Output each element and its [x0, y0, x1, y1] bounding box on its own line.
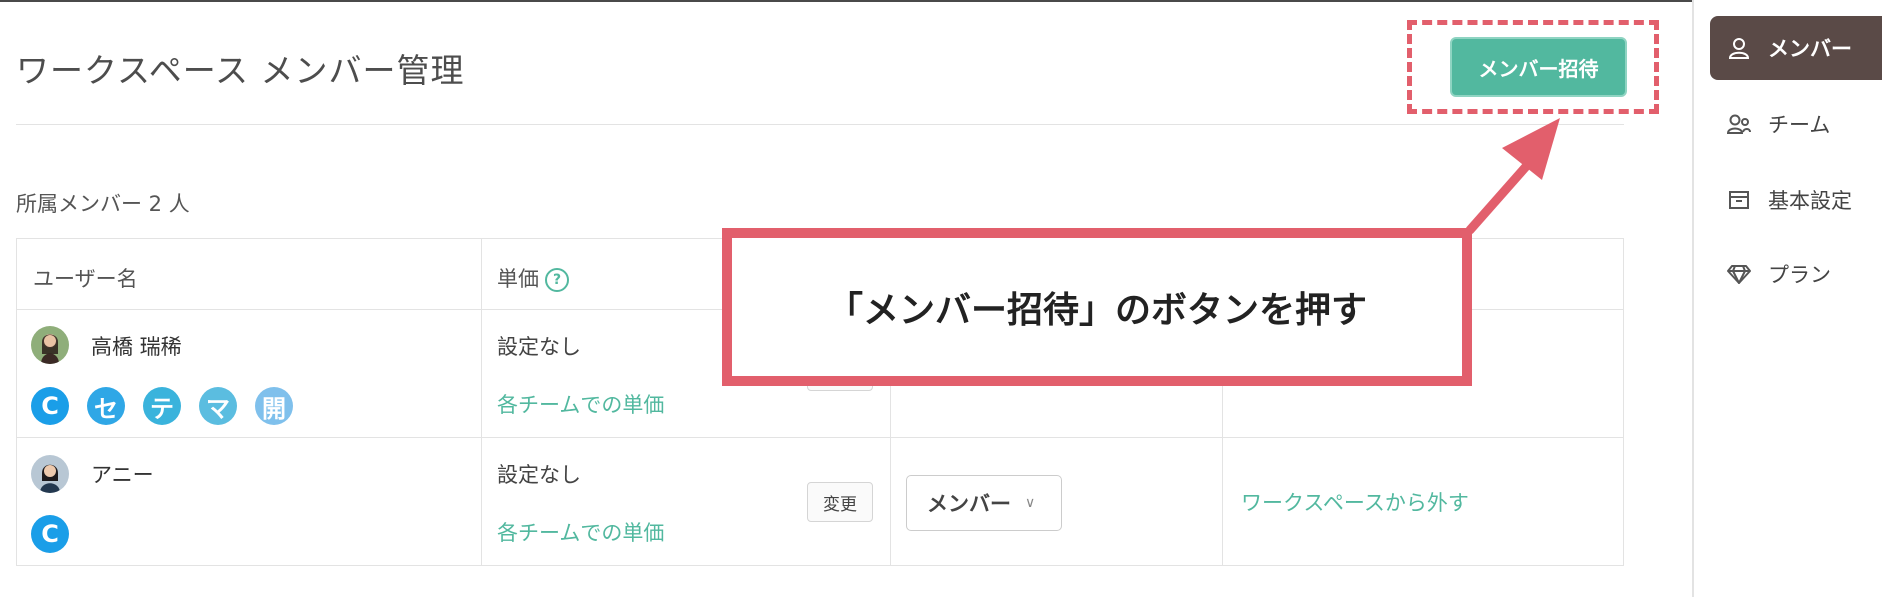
sidebar-item-plan[interactable]: プラン — [1710, 242, 1882, 306]
sidebar: メンバー チーム 基本設定 プラン — [1692, 0, 1882, 597]
sidebar-item-label: チーム — [1768, 113, 1831, 137]
user-icon — [1726, 35, 1752, 61]
annotation-callout-text: 「メンバー招待」のボタンを押す — [826, 290, 1367, 331]
sidebar-item-label: プラン — [1768, 263, 1831, 287]
sidebar-item-basic-settings[interactable]: 基本設定 — [1710, 168, 1882, 232]
sidebar-item-label: 基本設定 — [1768, 189, 1852, 213]
team-icon — [1726, 111, 1752, 137]
settings-box-icon — [1726, 187, 1752, 213]
diamond-icon — [1726, 261, 1752, 287]
sidebar-item-members[interactable]: メンバー — [1710, 16, 1882, 80]
sidebar-item-team[interactable]: チーム — [1710, 92, 1882, 156]
annotation-callout: 「メンバー招待」のボタンを押す — [722, 228, 1472, 386]
sidebar-item-label: メンバー — [1768, 37, 1852, 61]
